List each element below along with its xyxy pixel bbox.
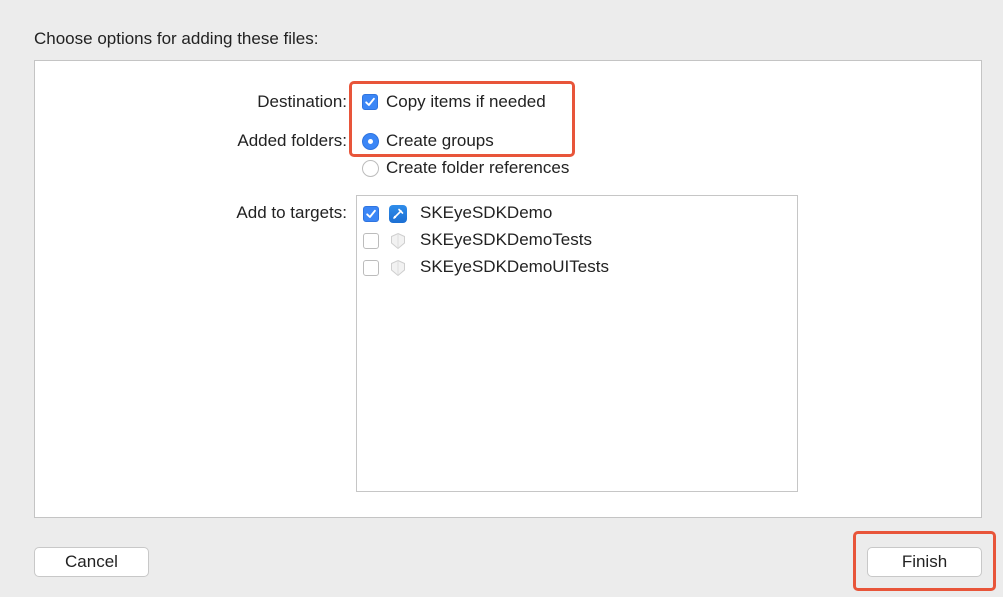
create-groups-label[interactable]: Create groups [386,131,494,151]
finish-button[interactable]: Finish [867,547,982,577]
checkmark-icon [366,209,376,218]
target-row[interactable]: SKEyeSDKDemoUITests [357,255,797,281]
create-folder-references-label[interactable]: Create folder references [386,158,569,178]
checkmark-icon [365,97,375,106]
copy-items-label[interactable]: Copy items if needed [386,92,546,112]
create-groups-radio[interactable] [362,133,379,150]
added-folders-label: Added folders: [237,131,347,150]
target-name: SKEyeSDKDemo [420,203,553,222]
destination-label: Destination: [257,92,347,111]
target-checkbox[interactable] [363,233,379,249]
targets-list[interactable]: SKEyeSDKDemo SKEyeSDKDemoTests SKEyeSDKD… [356,195,798,492]
test-target-icon [389,232,407,250]
target-row[interactable]: SKEyeSDKDemo [357,201,797,227]
create-folder-references-radio[interactable] [362,160,379,177]
target-checkbox[interactable] [363,260,379,276]
add-to-targets-label: Add to targets: [236,203,347,222]
target-name: SKEyeSDKDemoUITests [420,257,609,276]
cancel-button[interactable]: Cancel [34,547,149,577]
copy-items-checkbox[interactable] [362,94,378,110]
target-checkbox[interactable] [363,206,379,222]
options-panel: Destination: Copy items if needed Added … [34,60,982,518]
dialog-heading: Choose options for adding these files: [34,29,319,48]
target-row[interactable]: SKEyeSDKDemoTests [357,228,797,254]
test-target-icon [389,259,407,277]
app-target-icon [389,205,407,223]
target-name: SKEyeSDKDemoTests [420,230,592,249]
